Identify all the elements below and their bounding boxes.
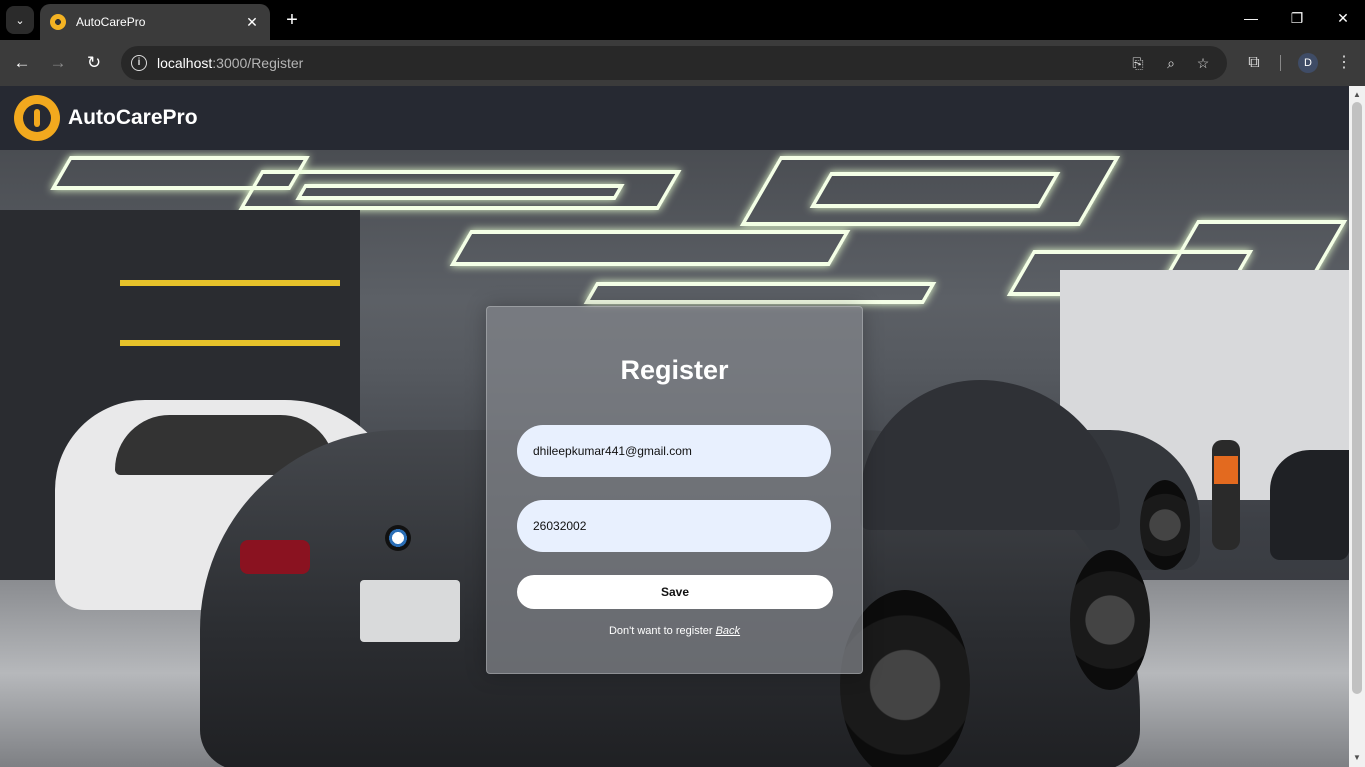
register-card: Register Save Don't want to register Bac… bbox=[486, 306, 863, 674]
browser-tab[interactable]: AutoCarePro ✕ bbox=[40, 4, 270, 40]
close-window-icon[interactable]: ✕ bbox=[1333, 10, 1353, 27]
install-app-icon[interactable]: ⎘ bbox=[1129, 54, 1147, 72]
tail-light bbox=[240, 540, 310, 574]
tab-title: AutoCarePro bbox=[76, 15, 146, 29]
favicon-icon bbox=[50, 14, 66, 30]
shelf bbox=[120, 280, 340, 286]
bmw-badge-icon bbox=[385, 525, 411, 551]
chevron-down-icon: ⌄ bbox=[15, 14, 25, 27]
app-header: AutoCarePro bbox=[0, 86, 1349, 150]
footer-text: Don't want to register bbox=[608, 625, 713, 637]
neon-light bbox=[809, 172, 1061, 208]
gear-wrench-logo-icon[interactable] bbox=[14, 95, 60, 141]
browser-tab-bar: ⌄ AutoCarePro ✕ + — ❐ ✕ bbox=[0, 0, 1365, 40]
neon-light bbox=[295, 184, 625, 200]
url-text[interactable]: localhost:3000/Register bbox=[157, 55, 303, 71]
far-car bbox=[1270, 450, 1349, 560]
wheel bbox=[1140, 480, 1190, 570]
scroll-up-icon[interactable]: ▲ bbox=[1349, 88, 1365, 102]
browser-toolbar: ← → ↻ i localhost:3000/Register ⎘ ⌕ ☆ ⧉ … bbox=[0, 40, 1365, 86]
neon-light bbox=[50, 156, 310, 190]
back-icon[interactable]: ← bbox=[10, 51, 34, 75]
save-button[interactable]: Save bbox=[517, 575, 833, 609]
scroll-thumb[interactable] bbox=[1352, 102, 1362, 694]
password-field[interactable] bbox=[517, 500, 831, 552]
page-viewport: AutoCarePro Register dhileepkumar441@gma… bbox=[0, 86, 1349, 767]
zoom-icon[interactable]: ⌕ bbox=[1162, 54, 1180, 72]
kebab-menu-icon[interactable]: ⋮ bbox=[1334, 53, 1354, 73]
mechanic-person bbox=[1212, 440, 1240, 550]
brand-name[interactable]: AutoCarePro bbox=[68, 106, 198, 130]
restore-icon[interactable]: ❐ bbox=[1287, 10, 1307, 27]
url-host: localhost bbox=[157, 55, 213, 71]
license-plate bbox=[360, 580, 460, 642]
address-bar[interactable]: i localhost:3000/Register ⎘ ⌕ ☆ bbox=[121, 46, 1227, 80]
email-field[interactable] bbox=[517, 425, 831, 477]
minimize-icon[interactable]: — bbox=[1241, 10, 1261, 26]
url-path: :3000/Register bbox=[212, 55, 304, 71]
puzzle-icon[interactable]: ⧉ bbox=[1244, 53, 1264, 73]
page-scrollbar[interactable]: ▲ ▼ bbox=[1349, 86, 1365, 767]
register-footer: Don't want to register Back bbox=[487, 625, 862, 637]
close-tab-icon[interactable]: ✕ bbox=[244, 14, 260, 31]
star-icon[interactable]: ☆ bbox=[1194, 54, 1212, 72]
new-tab-button[interactable]: + bbox=[282, 8, 302, 32]
toolbar-divider bbox=[1280, 55, 1281, 71]
scroll-down-icon[interactable]: ▼ bbox=[1349, 751, 1365, 765]
neon-light bbox=[449, 230, 851, 266]
register-title: Register bbox=[620, 355, 729, 385]
wheel bbox=[1070, 550, 1150, 690]
back-link[interactable]: Back bbox=[716, 625, 740, 637]
reload-icon[interactable]: ↻ bbox=[82, 51, 106, 75]
shelf bbox=[120, 340, 340, 346]
forward-icon[interactable]: → bbox=[46, 51, 70, 75]
neon-light bbox=[583, 282, 937, 304]
profile-avatar[interactable]: D bbox=[1298, 53, 1318, 73]
info-icon[interactable]: i bbox=[131, 55, 147, 71]
tab-search-button[interactable]: ⌄ bbox=[6, 6, 34, 34]
